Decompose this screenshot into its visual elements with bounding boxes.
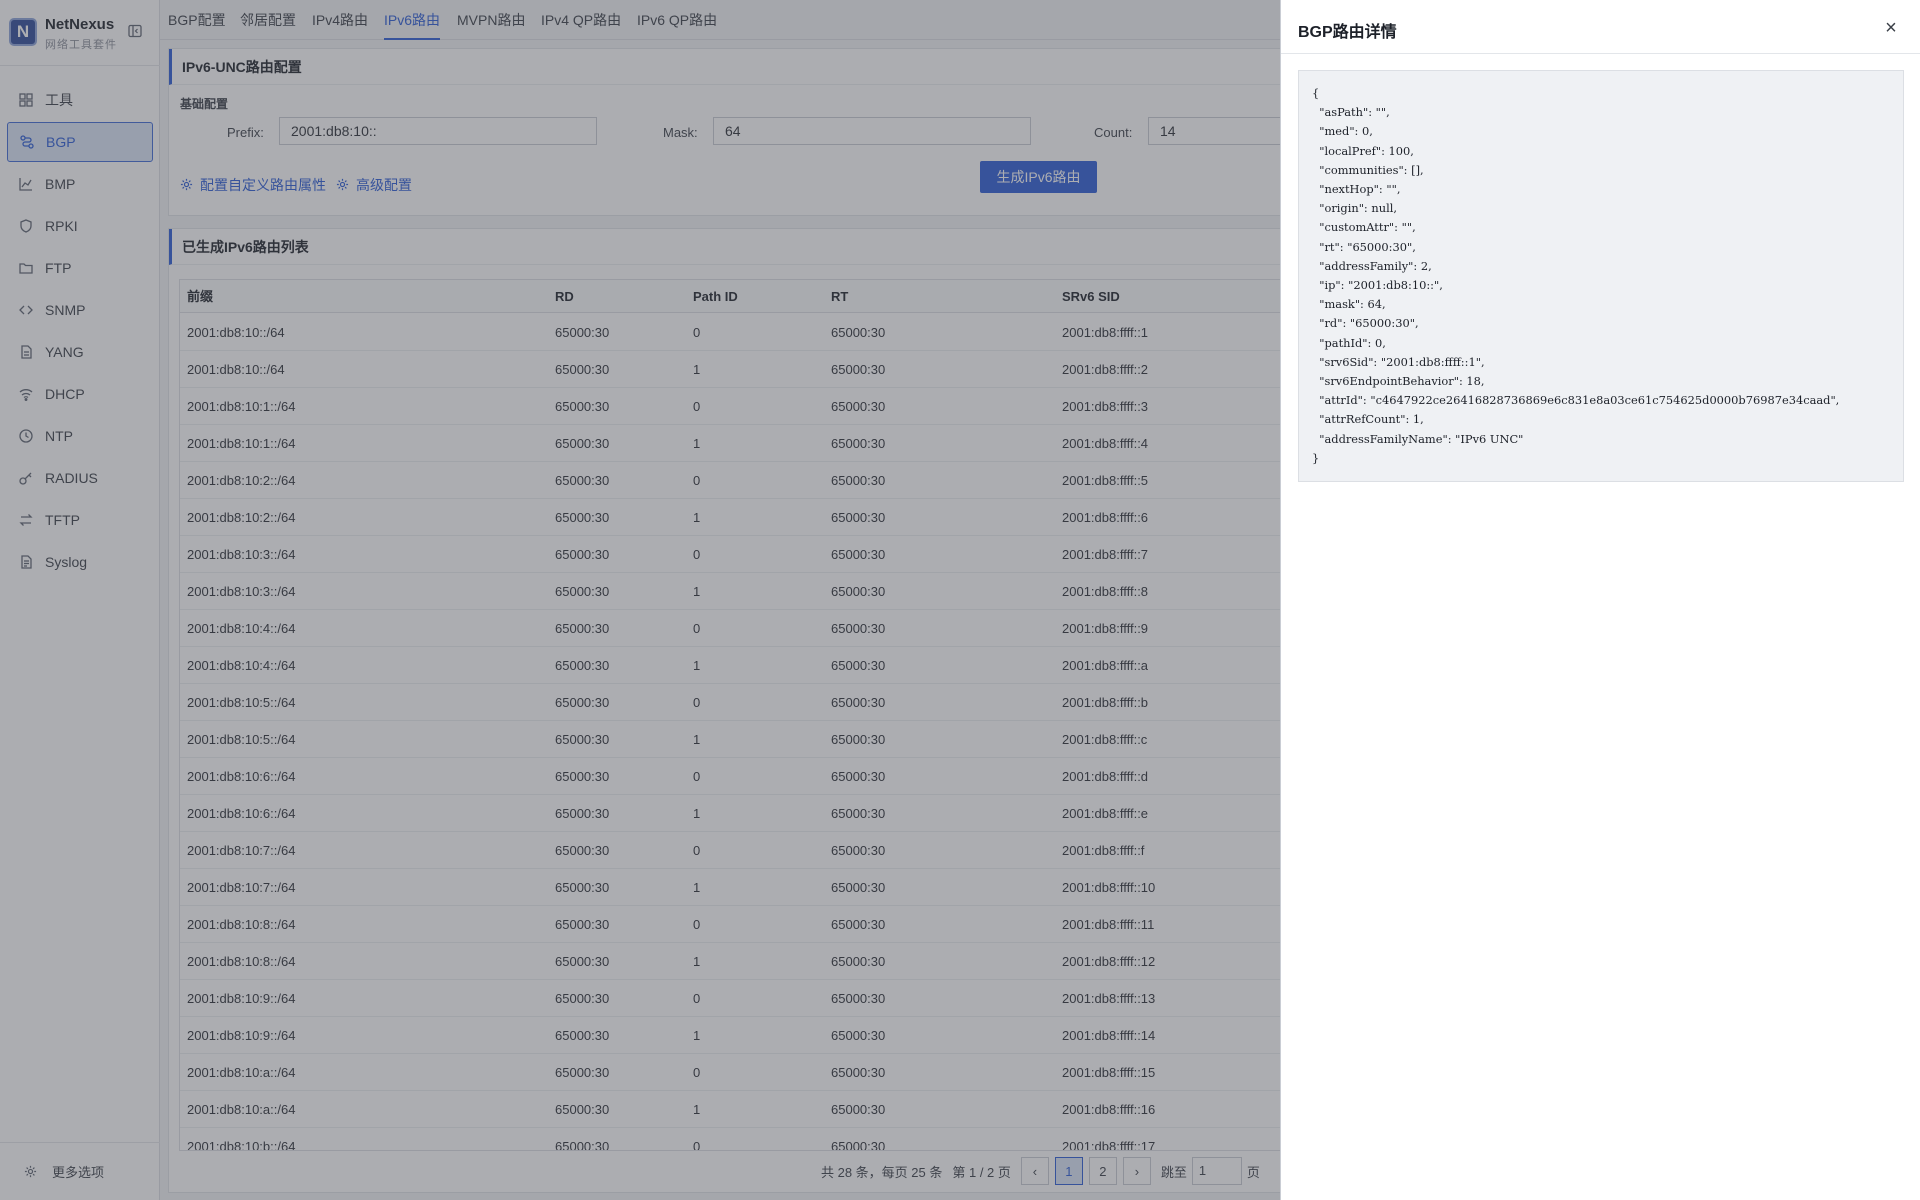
drawer-title: BGP路由详情 <box>1298 24 1397 41</box>
close-icon[interactable]: × <box>1881 17 1901 39</box>
route-detail-drawer: BGP路由详情 × { "asPath": "", "med": 0, "loc… <box>1280 0 1920 1200</box>
drawer-header: BGP路由详情 × <box>1281 0 1920 54</box>
route-json-text: { "asPath": "", "med": 0, "localPref": 1… <box>1312 86 1840 465</box>
route-json-viewer: { "asPath": "", "med": 0, "localPref": 1… <box>1298 70 1904 482</box>
